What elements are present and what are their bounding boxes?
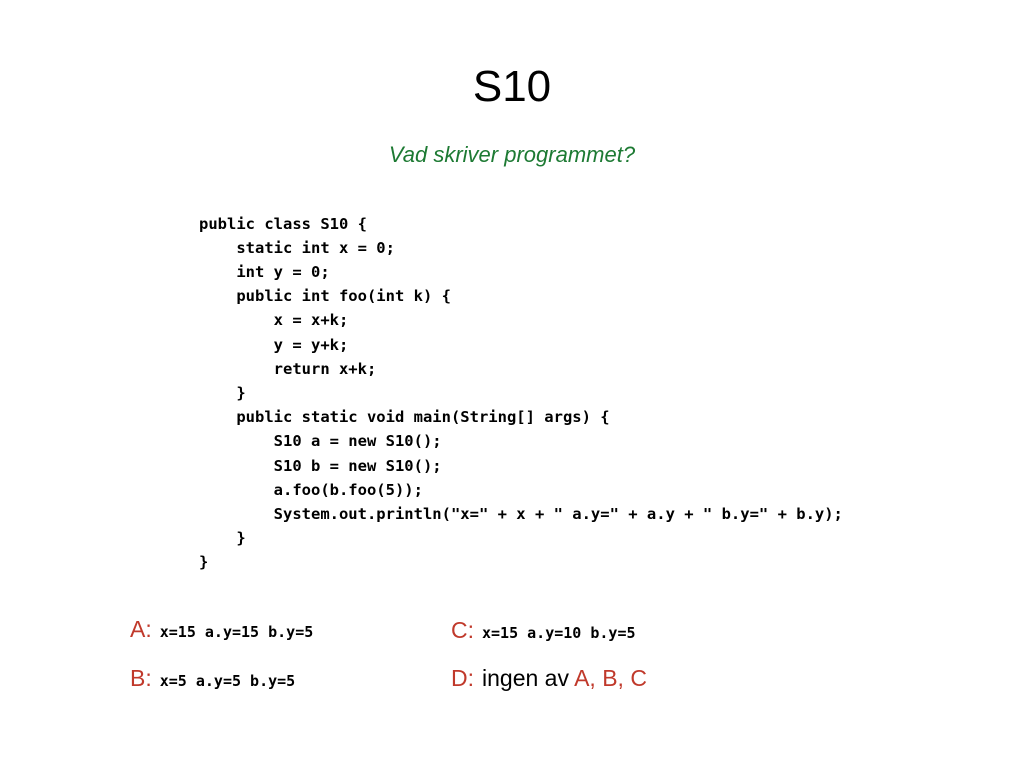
answer-options: A: x=15 a.y=15 b.y=5 B: x=5 a.y=5 b.y=5 … bbox=[0, 608, 1024, 718]
answer-letter-c: C: bbox=[451, 617, 474, 643]
slide-subtitle: Vad skriver programmet? bbox=[388, 142, 636, 167]
answer-text-b: x=5 a.y=5 b.y=5 bbox=[159, 672, 296, 690]
answer-text-c: x=15 a.y=10 b.y=5 bbox=[482, 624, 636, 642]
slide-canvas: S10 Vad skriver programmet? public class… bbox=[0, 0, 1024, 768]
answer-text-d-prefix: ingen av bbox=[482, 665, 575, 691]
code-listing: public class S10 { static int x = 0; int… bbox=[199, 214, 843, 572]
answer-letter-a: A: bbox=[130, 616, 152, 642]
answer-option-a[interactable]: A: x=15 a.y=15 b.y=5 bbox=[130, 616, 313, 643]
answer-text-d: ingen av A, B, C bbox=[482, 665, 647, 692]
answer-option-c[interactable]: C: x=15 a.y=10 b.y=5 bbox=[451, 617, 636, 644]
answer-option-b[interactable]: B: x=5 a.y=5 b.y=5 bbox=[130, 665, 295, 692]
answer-letter-b: B: bbox=[130, 665, 152, 691]
answer-text-a: x=15 a.y=15 b.y=5 bbox=[159, 623, 314, 641]
answer-letter-d: D: bbox=[451, 665, 474, 691]
answer-text-d-options: A, B, C bbox=[574, 665, 647, 691]
page-title: S10 bbox=[472, 62, 552, 111]
answer-option-d[interactable]: D: ingen av A, B, C bbox=[451, 665, 647, 692]
